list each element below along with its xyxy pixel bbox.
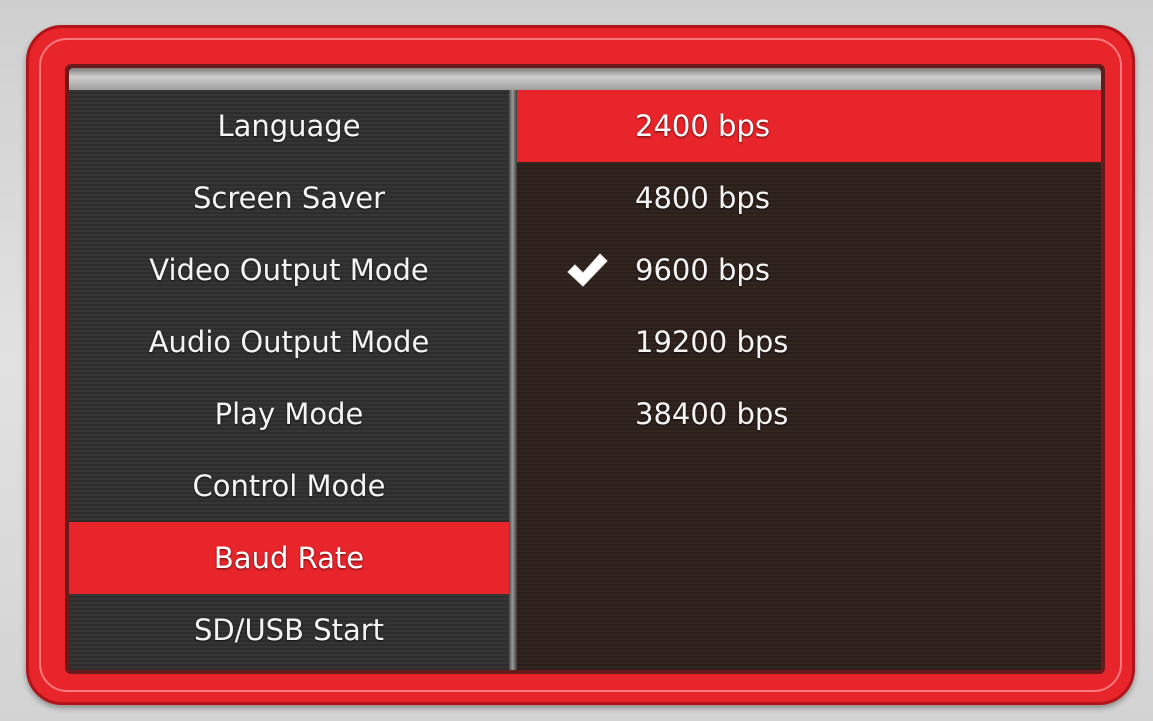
menu-item-label: Baud Rate [213, 541, 365, 575]
menu-item-baud-rate[interactable]: Baud Rate [69, 522, 509, 594]
check-icon [567, 253, 608, 287]
menu-item-audio-output-mode[interactable]: Audio Output Mode [69, 306, 509, 378]
option-label: 9600 bps [635, 253, 770, 287]
option-label: 4800 bps [635, 181, 770, 215]
menu-item-play-mode[interactable]: Play Mode [69, 378, 509, 450]
option-38400-bps[interactable]: 38400 bps [517, 378, 1101, 450]
menu-item-label: Control Mode [192, 469, 386, 503]
top-bar [69, 68, 1101, 90]
menu-item-label: Language [217, 109, 361, 143]
menu-item-label: Video Output Mode [149, 253, 429, 287]
option-label: 2400 bps [635, 109, 770, 143]
option-9600-bps[interactable]: 9600 bps [517, 234, 1101, 306]
device-frame: Language Screen Saver Video Output Mode … [26, 25, 1135, 705]
menu-item-sd-usb-start[interactable]: SD/USB Start [69, 594, 509, 666]
option-label: 19200 bps [635, 325, 789, 359]
panel-divider [509, 90, 517, 670]
settings-menu: Language Screen Saver Video Output Mode … [69, 90, 509, 670]
option-label: 38400 bps [635, 397, 789, 431]
option-2400-bps[interactable]: 2400 bps [517, 90, 1101, 162]
menu-item-label: Audio Output Mode [148, 325, 430, 359]
baud-rate-options: 2400 bps 4800 bps 9600 bps 19200 bps 384… [517, 90, 1101, 670]
menu-item-label: Play Mode [214, 397, 364, 431]
menu-item-language[interactable]: Language [69, 90, 509, 162]
option-4800-bps[interactable]: 4800 bps [517, 162, 1101, 234]
option-19200-bps[interactable]: 19200 bps [517, 306, 1101, 378]
menu-item-screen-saver[interactable]: Screen Saver [69, 162, 509, 234]
menu-item-label: SD/USB Start [193, 613, 385, 647]
settings-screen: Language Screen Saver Video Output Mode … [65, 64, 1105, 674]
menu-item-video-output-mode[interactable]: Video Output Mode [69, 234, 509, 306]
menu-item-label: Screen Saver [192, 181, 386, 215]
menu-item-control-mode[interactable]: Control Mode [69, 450, 509, 522]
